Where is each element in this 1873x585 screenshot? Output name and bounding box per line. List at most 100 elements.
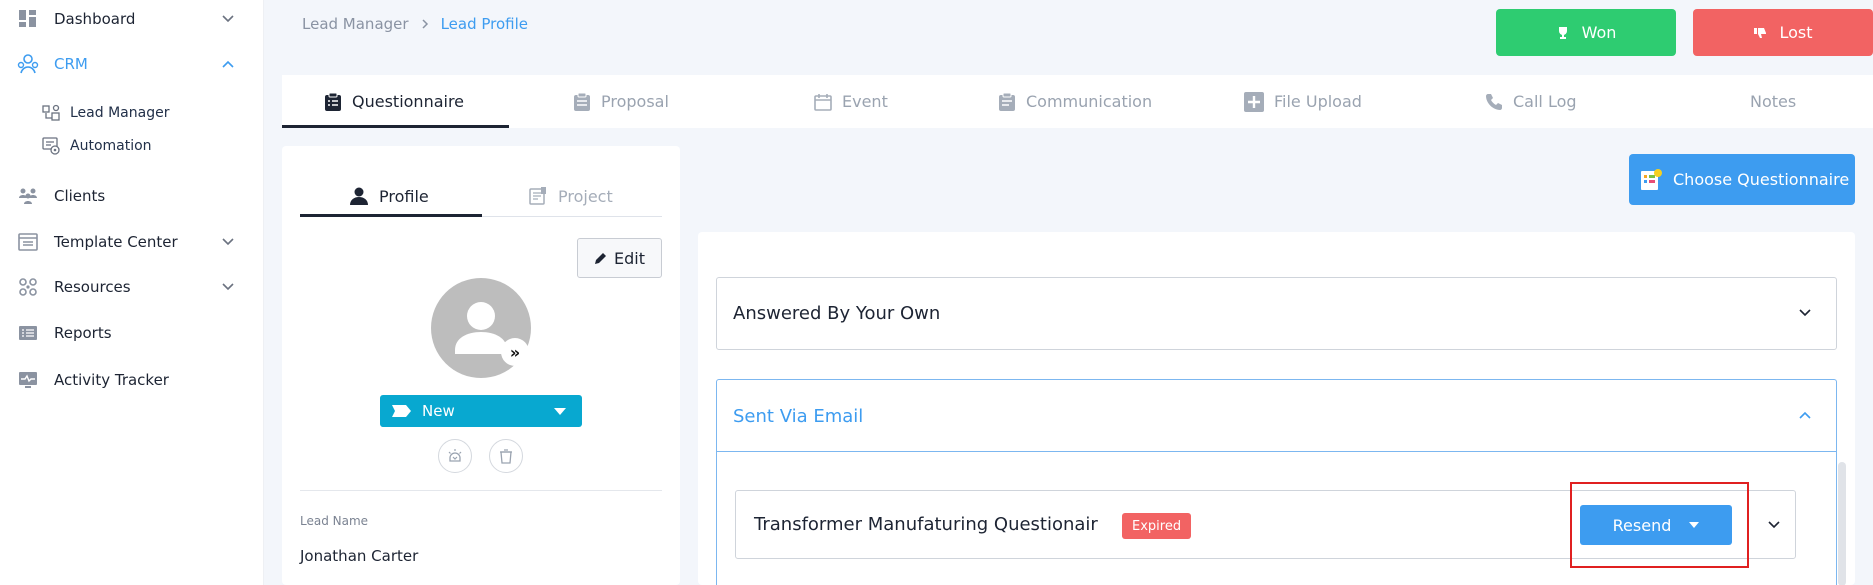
tag-icon xyxy=(392,405,411,417)
sidebar-item-reports[interactable]: Reports xyxy=(0,313,264,353)
tab-label: Project xyxy=(558,186,613,206)
tab-event[interactable]: Event xyxy=(814,75,888,128)
expand-icon[interactable]: » xyxy=(501,338,529,366)
active-tab-indicator xyxy=(300,214,482,217)
questionnaire-icon xyxy=(1641,168,1662,190)
sidebar-item-clients[interactable]: Clients xyxy=(0,176,264,216)
chevron-down-icon xyxy=(1799,309,1811,317)
chevron-up-icon xyxy=(1799,411,1811,419)
sidebar-item-automation[interactable]: Automation xyxy=(0,131,264,161)
accordion-title: Answered By Your Own xyxy=(733,303,941,324)
activity-icon xyxy=(17,369,39,391)
proposal-icon xyxy=(574,92,590,111)
chevron-down-icon[interactable] xyxy=(219,233,237,251)
sidebar-item-label: Dashboard xyxy=(54,10,136,28)
tab-file-upload[interactable]: File Upload xyxy=(1244,75,1362,128)
chevron-up-icon[interactable] xyxy=(219,55,237,73)
caret-down-icon xyxy=(1689,522,1700,528)
status-badge: Expired xyxy=(1122,513,1192,539)
accordion-header[interactable]: Sent Via Email xyxy=(717,380,1836,452)
lead-name-value: Jonathan Carter xyxy=(300,547,419,565)
sidebar-item-label: Resources xyxy=(54,278,131,296)
chevron-right-icon xyxy=(422,19,428,29)
active-tab-indicator xyxy=(282,125,509,128)
choose-questionnaire-label: Choose Questionnaire xyxy=(1673,170,1850,189)
status-dropdown[interactable]: New xyxy=(380,395,582,427)
scrollbar[interactable] xyxy=(1838,462,1846,585)
tab-notes[interactable]: Notes xyxy=(1750,75,1796,128)
trash-icon xyxy=(500,449,512,464)
calendar-icon xyxy=(814,93,832,111)
questionnaire-item: Transformer Manufaturing Questionair Exp… xyxy=(735,482,1796,568)
chevron-down-icon[interactable] xyxy=(219,10,237,28)
questionnaire-panel: Answered By Your Own Sent Via Email Tran… xyxy=(698,232,1855,585)
phone-icon xyxy=(1486,93,1502,110)
sidebar-item-template-center[interactable]: Template Center xyxy=(0,222,264,262)
resend-button[interactable]: Resend xyxy=(1580,505,1732,545)
lost-button[interactable]: Lost xyxy=(1693,9,1873,56)
sidebar-item-label: Template Center xyxy=(54,233,178,251)
tab-proposal[interactable]: Proposal xyxy=(573,75,669,128)
tab-call-log[interactable]: Call Log xyxy=(1485,75,1577,128)
sidebar: Dashboard CRM Lead Manager Automation Cl… xyxy=(0,0,264,585)
resources-icon xyxy=(17,276,39,298)
sidebar-item-label: CRM xyxy=(54,55,88,73)
sidebar-item-lead-manager[interactable]: Lead Manager xyxy=(0,98,264,128)
tab-label: File Upload xyxy=(1274,92,1362,111)
sidebar-item-resources[interactable]: Resources xyxy=(0,267,264,307)
edit-button[interactable]: Edit xyxy=(577,238,662,278)
tab-project[interactable]: Project xyxy=(528,176,613,216)
clients-icon xyxy=(17,185,39,207)
tab-label: Communication xyxy=(1026,92,1153,111)
tab-communication[interactable]: Communication xyxy=(998,75,1152,128)
accordion-title: Sent Via Email xyxy=(733,405,864,427)
alarm-icon xyxy=(448,449,462,462)
template-icon xyxy=(17,231,39,253)
resend-label: Resend xyxy=(1612,515,1672,535)
reports-icon xyxy=(17,322,39,344)
tab-bar: Questionnaire Proposal Event Communicati… xyxy=(282,75,1873,128)
tab-questionnaire[interactable]: Questionnaire xyxy=(324,75,464,128)
sidebar-item-label: Reports xyxy=(54,324,112,342)
sidebar-item-activity-tracker[interactable]: Activity Tracker xyxy=(0,360,264,400)
won-label: Won xyxy=(1581,23,1617,42)
accordion-sent-via-email: Sent Via Email Transformer Manufaturing … xyxy=(716,379,1846,585)
delete-button[interactable] xyxy=(489,439,523,473)
sidebar-item-label: Activity Tracker xyxy=(54,371,169,389)
tab-profile[interactable]: Profile xyxy=(349,176,429,216)
trophy-icon xyxy=(1558,26,1567,39)
clipboard-icon xyxy=(325,92,341,111)
breadcrumb-lead-manager[interactable]: Lead Manager xyxy=(302,15,409,33)
dashboard-icon xyxy=(17,8,39,30)
status-value: New xyxy=(422,402,455,420)
questionnaire-title: Transformer Manufaturing Questionair xyxy=(754,514,1098,535)
sidebar-item-crm[interactable]: CRM xyxy=(0,44,264,84)
pencil-icon xyxy=(595,253,606,264)
sidebar-item-dashboard[interactable]: Dashboard xyxy=(0,0,264,39)
edit-label: Edit xyxy=(614,248,645,268)
lead-manager-icon xyxy=(42,104,60,121)
tab-label: Notes xyxy=(1750,92,1797,111)
sidebar-item-label: Clients xyxy=(54,187,106,205)
lead-name-label: Lead Name xyxy=(300,514,369,528)
alarm-button[interactable] xyxy=(438,439,472,473)
plus-square-icon xyxy=(1244,91,1264,112)
profile-card: Profile Project Edit » New Lead Name Jon… xyxy=(282,146,680,585)
breadcrumb-lead-profile: Lead Profile xyxy=(440,15,529,33)
divider xyxy=(300,490,662,491)
lost-label: Lost xyxy=(1779,23,1813,42)
tab-label: Event xyxy=(842,92,888,111)
chevron-down-icon[interactable] xyxy=(219,278,237,296)
won-button[interactable]: Won xyxy=(1496,9,1676,56)
breadcrumb: Lead Manager Lead Profile xyxy=(302,15,528,33)
communication-icon xyxy=(999,92,1015,111)
choose-questionnaire-button[interactable]: Choose Questionnaire xyxy=(1629,154,1855,205)
automation-icon xyxy=(42,137,60,155)
sidebar-item-label: Automation xyxy=(70,138,152,154)
accordion-answered-by-own[interactable]: Answered By Your Own xyxy=(716,277,1837,350)
tab-label: Proposal xyxy=(601,92,669,111)
tab-label: Profile xyxy=(379,186,429,206)
user-icon xyxy=(350,187,368,205)
chevron-down-icon[interactable] xyxy=(1765,516,1783,534)
sidebar-item-label: Lead Manager xyxy=(70,105,170,121)
